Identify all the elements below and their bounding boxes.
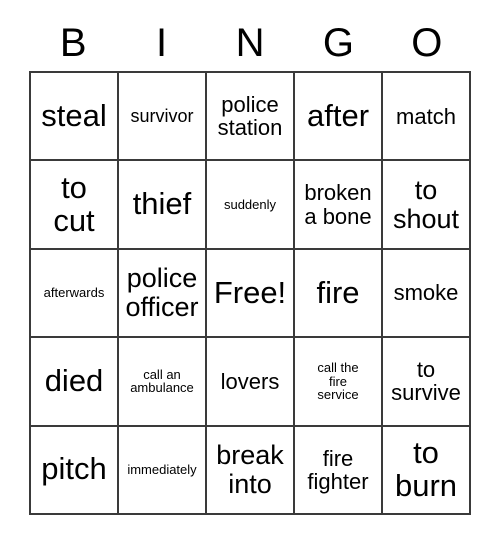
bingo-cell-label: call the fire service <box>317 359 359 403</box>
bingo-cell[interactable]: afterwards <box>31 249 119 339</box>
bingo-row: died call an ambulance lovers call the f… <box>31 338 471 427</box>
bingo-cell[interactable]: to shout <box>383 161 471 250</box>
bingo-cell[interactable]: fire <box>295 249 383 339</box>
bingo-cell[interactable]: suddenly <box>207 161 295 250</box>
bingo-cell[interactable]: survivor <box>119 73 207 162</box>
bingo-cell[interactable]: to cut <box>31 161 119 250</box>
header-letter-g: G <box>322 21 354 65</box>
bingo-cell-free[interactable]: Free! <box>207 249 295 339</box>
bingo-cell[interactable]: police station <box>207 73 295 162</box>
bingo-cell[interactable]: to survive <box>383 338 471 427</box>
header-letter-n: N <box>235 21 265 65</box>
bingo-cell-label: call an ambulance <box>130 366 194 396</box>
bingo-cell[interactable]: steal <box>31 73 119 162</box>
bingo-cell-label: pitch <box>41 451 107 487</box>
bingo-cell[interactable]: to burn <box>383 426 471 516</box>
bingo-cell[interactable]: after <box>295 73 383 162</box>
bingo-cell-label: smoke <box>393 280 459 306</box>
bingo-cell[interactable]: lovers <box>207 338 295 427</box>
bingo-cell[interactable]: died <box>31 338 119 427</box>
bingo-cell-label: fire <box>316 274 360 310</box>
header-letter-b: B <box>59 21 87 65</box>
bingo-cell-label: died <box>44 362 104 398</box>
bingo-cell-label: to survive <box>391 357 461 406</box>
bingo-cell-label: break into <box>216 440 284 499</box>
bingo-cell[interactable]: fire fighter <box>295 426 383 516</box>
bingo-row: to cut thief suddenly broken a bone to s… <box>31 161 471 250</box>
header-letter-i: I <box>156 21 168 65</box>
bingo-cell-label: fire fighter <box>307 445 369 494</box>
bingo-header: B I N G O <box>29 17 471 69</box>
bingo-cell-label: after <box>306 97 370 133</box>
bingo-cell-label: afterwards <box>43 285 105 301</box>
bingo-card: B I N G O steal survivor police station … <box>0 0 500 544</box>
bingo-cell[interactable]: immediately <box>119 426 207 516</box>
bingo-cell-label: to shout <box>392 175 460 234</box>
bingo-cell-label: thief <box>132 186 192 222</box>
bingo-cell-label: to burn <box>394 434 458 503</box>
header-letter-o: O <box>411 21 443 65</box>
bingo-cell-label: police officer <box>125 263 199 323</box>
bingo-row: afterwards police officer Free! fire smo… <box>31 249 471 339</box>
bingo-row: pitch immediately break into fire fighte… <box>31 426 471 516</box>
bingo-cell[interactable]: pitch <box>31 426 119 516</box>
bingo-cell-label: immediately <box>127 461 197 477</box>
bingo-grid: steal survivor police station after matc… <box>29 71 471 516</box>
bingo-cell-label: lovers <box>220 368 280 394</box>
bingo-cell-label: broken a bone <box>304 180 372 229</box>
bingo-cell-label: suddenly <box>223 196 277 212</box>
bingo-cell[interactable]: call the fire service <box>295 338 383 427</box>
bingo-cell[interactable]: smoke <box>383 249 471 339</box>
bingo-row: steal survivor police station after matc… <box>31 73 471 162</box>
bingo-cell[interactable]: match <box>383 73 471 162</box>
bingo-cell[interactable]: call an ambulance <box>119 338 207 427</box>
bingo-cell-label: police station <box>217 91 283 141</box>
bingo-cell-label: to cut <box>53 169 95 238</box>
bingo-cell[interactable]: police officer <box>119 249 207 339</box>
bingo-cell[interactable]: broken a bone <box>295 161 383 250</box>
bingo-cell[interactable]: thief <box>119 161 207 250</box>
bingo-cell-label: steal <box>41 97 107 133</box>
bingo-cell-label: match <box>396 103 456 129</box>
bingo-cell-label: Free! <box>213 274 287 310</box>
bingo-cell[interactable]: break into <box>207 426 295 516</box>
bingo-cell-label: survivor <box>130 105 194 126</box>
